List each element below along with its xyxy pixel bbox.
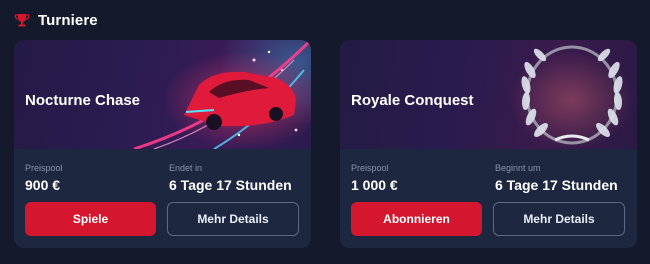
subscribe-button[interactable]: Abonnieren [351, 202, 482, 236]
time-label: Beginnt um [495, 163, 541, 173]
tournaments-header: Turniere [14, 8, 98, 32]
time-value: 6 Tage 17 Stunden [169, 177, 292, 193]
tournament-name: Royale Conquest [351, 92, 474, 109]
play-button[interactable]: Spiele [25, 202, 156, 236]
more-details-button[interactable]: Mehr Details [493, 202, 625, 236]
trophy-icon [14, 12, 30, 28]
tournament-info: Preispool 900 € Endet in 6 Tage 17 Stund… [14, 149, 311, 248]
time-value: 6 Tage 17 Stunden [495, 177, 618, 193]
section-title: Turniere [38, 11, 98, 29]
prize-pool-label: Preispool [351, 163, 389, 173]
tournament-banner[interactable]: Nocturne Chase [14, 40, 311, 149]
tournament-info: Preispool 1 000 € Beginnt um 6 Tage 17 S… [340, 149, 637, 248]
time-label: Endet in [169, 163, 203, 173]
tournament-banner[interactable]: Royale Conquest [340, 40, 637, 149]
prize-pool-label: Preispool [25, 163, 63, 173]
prize-pool-value: 900 € [25, 177, 61, 193]
tournament-name: Nocturne Chase [25, 92, 141, 109]
prize-pool-value: 1 000 € [351, 177, 398, 193]
tournament-card-royale-conquest[interactable]: Royale Conquest Preispool 1 000 € Beginn… [340, 40, 637, 248]
more-details-button[interactable]: Mehr Details [167, 202, 299, 236]
tournament-card-nocturne-chase[interactable]: Nocturne Chase Preispool 900 € Endet in … [14, 40, 311, 248]
